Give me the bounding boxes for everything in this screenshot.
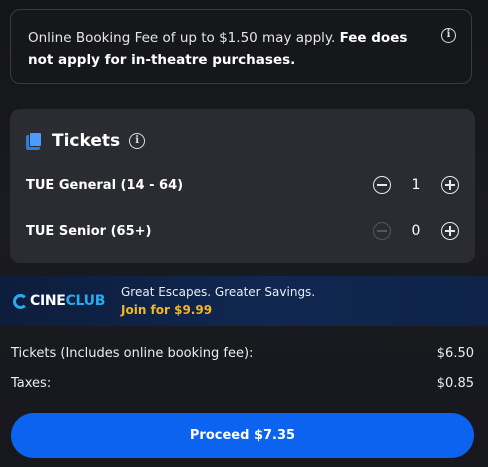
- ticket-label: TUE General (14 - 64): [26, 177, 184, 193]
- summary-tickets-label: Tickets (Includes online booking fee):: [11, 346, 254, 361]
- ticket-label: TUE Senior (65+): [26, 223, 152, 239]
- cineclub-logo-cine: CINE: [30, 293, 66, 309]
- cineclub-logo-club: CLUB: [65, 293, 106, 309]
- ticket-quantity: 0: [411, 223, 421, 239]
- plus-circle-icon[interactable]: [441, 222, 459, 240]
- plus-circle-icon[interactable]: [441, 176, 459, 194]
- cineclub-logo: CINECLUB: [13, 292, 105, 310]
- summary-taxes-value: $0.85: [436, 376, 474, 391]
- fee-notice-text: Online Booking Fee of up to $1.50 may ap…: [28, 30, 340, 46]
- booking-fee-notice: Online Booking Fee of up to $1.50 may ap…: [10, 9, 472, 84]
- cineclub-banner[interactable]: CINECLUB Great Escapes. Greater Savings.…: [0, 276, 488, 326]
- proceed-button[interactable]: Proceed $7.35: [11, 413, 474, 458]
- minus-circle-icon[interactable]: [373, 176, 391, 194]
- summary-tickets-value: $6.50: [436, 346, 474, 361]
- summary-tickets-row: Tickets (Includes online booking fee): $…: [11, 346, 474, 361]
- quantity-stepper: 1: [373, 176, 459, 194]
- ticket-quantity: 1: [411, 177, 421, 193]
- ticket-row-senior: TUE Senior (65+) 0: [26, 219, 459, 243]
- summary-taxes-label: Taxes:: [11, 376, 52, 391]
- tickets-title: Tickets: [52, 131, 121, 151]
- tickets-card: Tickets i TUE General (14 - 64) 1 TUE Se…: [10, 109, 475, 263]
- ticket-icon: [26, 132, 42, 150]
- info-icon[interactable]: i: [441, 28, 456, 43]
- cineclub-join-link[interactable]: Join for $9.99: [121, 303, 212, 317]
- summary-taxes-row: Taxes: $0.85: [11, 376, 474, 391]
- minus-circle-icon[interactable]: [373, 222, 391, 240]
- cineclub-tagline: Great Escapes. Greater Savings.: [121, 285, 316, 299]
- cineclub-logo-icon: [13, 293, 28, 309]
- quantity-stepper: 0: [373, 222, 459, 240]
- ticket-row-general: TUE General (14 - 64) 1: [26, 173, 459, 197]
- info-icon[interactable]: i: [129, 133, 146, 149]
- tickets-header: Tickets i: [26, 129, 146, 153]
